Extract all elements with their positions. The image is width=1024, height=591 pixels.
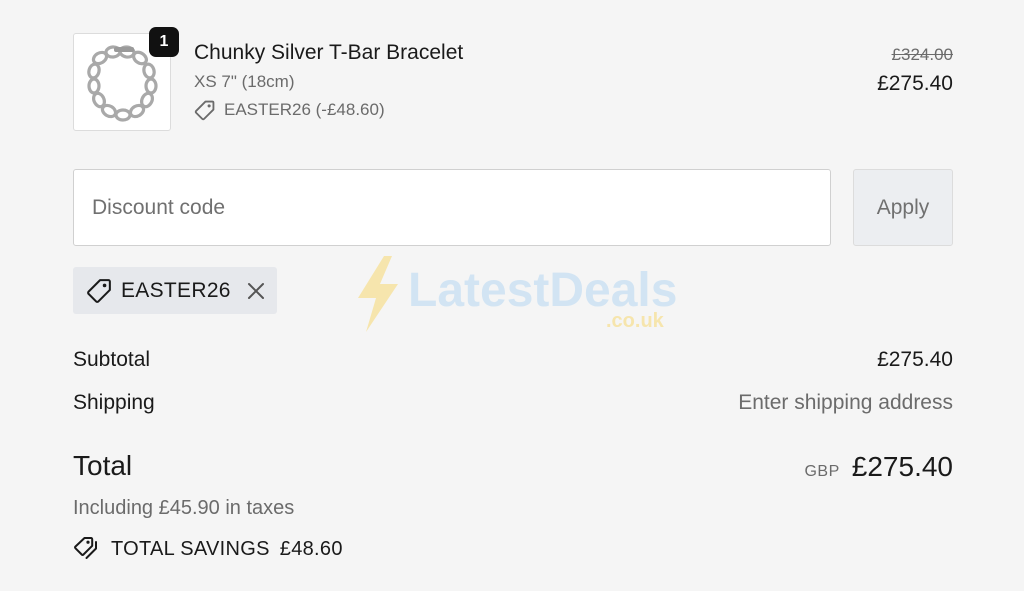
shipping-label: Shipping: [73, 391, 155, 414]
tag-icon: [194, 100, 215, 121]
tag-icon: [87, 279, 111, 303]
subtotal-value: £275.40: [877, 348, 953, 371]
svg-text:.co.uk: .co.uk: [606, 310, 665, 332]
total-value: GBP £275.40: [804, 451, 953, 483]
applied-discount-chip: EASTER26: [73, 267, 277, 314]
subtotal-label: Subtotal: [73, 348, 151, 371]
savings-tag-icon: [74, 537, 97, 559]
watermark: LatestDeals .co.uk: [350, 252, 680, 342]
total-savings-value: £48.60: [279, 537, 343, 560]
watermark-logo: LatestDeals .co.uk: [358, 256, 677, 332]
original-price: £324.00: [891, 45, 953, 64]
quantity-badge: 1: [149, 27, 179, 57]
discount-code-input[interactable]: [73, 169, 831, 246]
product-discount: EASTER26 (-£48.60): [194, 99, 385, 121]
total-label: Total: [73, 450, 133, 481]
total-savings-label: TOTAL SAVINGS: [111, 537, 270, 560]
shipping-value: Enter shipping address: [738, 391, 953, 414]
apply-button[interactable]: Apply: [853, 169, 953, 246]
remove-discount-button[interactable]: [245, 280, 267, 302]
currency-code: GBP: [804, 463, 840, 480]
taxes-note: Including £45.90 in taxes: [73, 497, 295, 519]
product-variant: XS 7" (18cm): [194, 72, 295, 91]
product-discount-label: EASTER26 (-£48.60): [224, 100, 385, 119]
total-amount: £275.40: [851, 451, 953, 482]
product-name: Chunky Silver T-Bar Bracelet: [194, 41, 464, 64]
current-price: £275.40: [877, 72, 953, 95]
close-icon: [247, 282, 264, 299]
total-savings: TOTAL SAVINGS £48.60: [73, 535, 343, 563]
applied-discount-label: EASTER26: [121, 278, 231, 302]
